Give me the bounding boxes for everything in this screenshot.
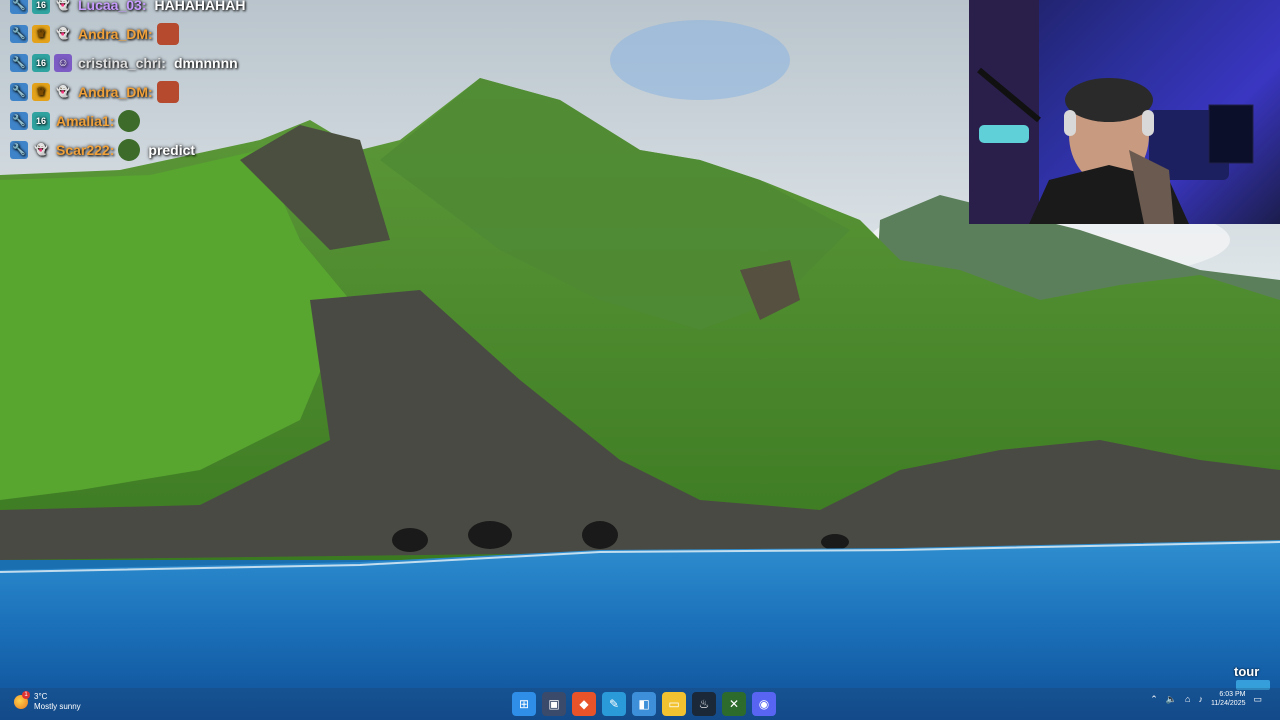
- network-icon[interactable]: ⌂: [1185, 694, 1190, 704]
- chat-username[interactable]: Andra_DM:: [78, 26, 153, 42]
- system-tray: ⌃ 🔈 ⌂ ♪ 6:03 PM 11/24/2025 ▭: [1150, 690, 1262, 708]
- speaker-icon[interactable]: 🔈: [1166, 694, 1177, 705]
- frog-emote-icon: [118, 109, 141, 132]
- sub-badge-icon: ☺: [54, 53, 72, 72]
- crown-badge-icon: ♛: [32, 24, 50, 43]
- chat-overlay: 🔧 16 👻 Lucaa_03: HAHAHAHAH 🔧 ♛ 👻 Andra_DM: 🔧 16 ☺ cr…: [10, 0, 310, 164]
- wrench-badge-icon: 🔧: [10, 53, 28, 72]
- chat-message: 🔧 16 👻 Lucaa_03: HAHAHAHAH: [10, 0, 310, 19]
- chat-username[interactable]: Amalia1:: [56, 113, 114, 129]
- ghost-badge-icon: 👻: [56, 86, 70, 98]
- task-view-icon[interactable]: ▣: [542, 692, 566, 716]
- taskbar-clock[interactable]: 6:03 PM 11/24/2025: [1211, 690, 1246, 708]
- taskbar: 1 3°C Mostly sunny ⊞ ▣ ◆ ✎ ◧ ▭ ♨ ✕ ◉ ⌃ 🔈 ⌂ ♪ 6:0…: [0, 688, 1280, 720]
- crown-badge-icon: ♛: [32, 82, 50, 101]
- wrench-badge-icon: 🔧: [10, 111, 28, 130]
- discord-icon[interactable]: ◉: [752, 692, 776, 716]
- weather-icon: 1: [14, 691, 30, 709]
- tier-badge-icon: 16: [32, 0, 50, 14]
- face-emote-icon: [156, 80, 179, 103]
- chat-text: predict: [148, 141, 196, 158]
- face-emote-icon: [156, 22, 179, 45]
- taskbar-apps: ⊞ ▣ ◆ ✎ ◧ ▭ ♨ ✕ ◉: [512, 692, 776, 716]
- chat-message: 🔧 ♛ 👻 Andra_DM:: [10, 77, 310, 106]
- app-hdr-icon[interactable]: ◧: [632, 692, 656, 716]
- volume-icon[interactable]: ♪: [1198, 694, 1203, 704]
- start-icon[interactable]: ⊞: [512, 692, 536, 716]
- wrench-badge-icon: 🔧: [10, 82, 28, 101]
- chat-username[interactable]: Andra_DM:: [78, 84, 153, 100]
- stream-watermark: tour: [1234, 664, 1260, 679]
- clock-time: 6:03 PM: [1219, 691, 1246, 698]
- chevron-up-icon[interactable]: ⌃: [1150, 694, 1158, 705]
- paint-icon[interactable]: ✎: [602, 692, 626, 716]
- xbox-icon[interactable]: ✕: [722, 692, 746, 716]
- weather-widget[interactable]: 1 3°C Mostly sunny: [14, 691, 81, 712]
- clock-date: 11/24/2025: [1210, 700, 1246, 707]
- chat-username[interactable]: Scar222:: [56, 142, 114, 158]
- weather-temp: 3°C: [34, 692, 48, 701]
- tier-badge-icon: 16: [32, 53, 50, 72]
- ghost-badge-icon: 👻: [56, 28, 70, 40]
- brave-browser-icon[interactable]: ◆: [572, 692, 596, 716]
- wrench-badge-icon: 🔧: [10, 24, 28, 43]
- chat-username[interactable]: cristina_chri:: [78, 55, 166, 71]
- tier-badge-icon: 16: [32, 111, 50, 130]
- chat-message: 🔧 👻 Scar222: predict: [10, 135, 310, 164]
- chat-message: 🔧 16 ☺ cristina_chri: dmnnnnn: [10, 48, 310, 77]
- notification-badge: 1: [22, 691, 30, 699]
- ghost-badge-icon: 👻: [34, 144, 48, 156]
- wrench-badge-icon: 🔧: [10, 0, 28, 14]
- frog-emote-icon: [118, 138, 141, 161]
- chat-message: 🔧 16 Amalia1:: [10, 106, 310, 135]
- webcam-feed: [969, 0, 1254, 224]
- ghost-badge-icon: 👻: [56, 0, 70, 11]
- chat-text: HAHAHAHAH: [154, 0, 246, 13]
- steam-icon[interactable]: ♨: [692, 692, 716, 716]
- notification-icon[interactable]: ▭: [1253, 694, 1262, 705]
- wrench-badge-icon: 🔧: [10, 140, 28, 159]
- chat-message: 🔧 ♛ 👻 Andra_DM:: [10, 19, 310, 48]
- chat-text: dmnnnnn: [173, 54, 238, 71]
- chat-username[interactable]: Lucaa_03:: [78, 0, 146, 13]
- webcam-overlay: [969, 0, 1280, 224]
- file-explorer-icon[interactable]: ▭: [662, 692, 686, 716]
- weather-condition: Mostly sunny: [34, 702, 81, 711]
